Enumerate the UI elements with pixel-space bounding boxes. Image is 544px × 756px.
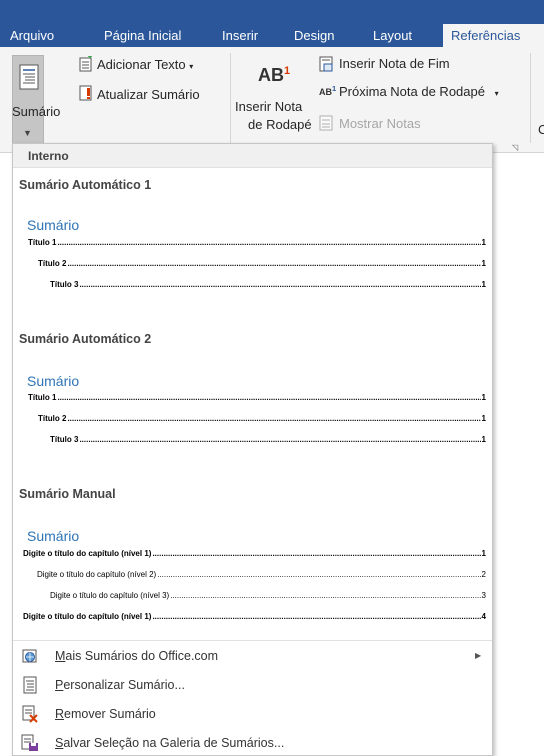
toc-row: Digite o título do capítulo (nível 2)2 (37, 569, 486, 581)
next-footnote-icon: AB1 (319, 84, 337, 97)
proxima-nota-button[interactable]: Próxima Nota de Rodapé ▾ (339, 84, 499, 102)
gallery-item-title: Sumário Manual (19, 487, 116, 501)
menu-divider (13, 640, 492, 641)
group-separator (230, 53, 231, 143)
toc-row: Título 31 (50, 279, 486, 291)
menu-item-label: Salvar Seleção na Galeria de Sumários... (55, 736, 285, 750)
remove-toc-icon (22, 705, 38, 723)
gallery-header: Interno (13, 144, 492, 168)
toc-heading: Sumário (27, 528, 80, 544)
endnote-icon (319, 56, 333, 72)
tab-design[interactable]: Design (286, 24, 342, 47)
menu-item-label: Personalizar Sumário... (55, 678, 185, 692)
dialog-launcher-icon[interactable]: ◹ (512, 143, 518, 152)
menu-item-label: Mais Sumários do Office.com (55, 649, 219, 663)
tab-inserir[interactable]: Inserir (214, 24, 266, 47)
gallery-header-label: Interno (28, 149, 69, 163)
atualizar-sumario-button[interactable]: Atualizar Sumário (97, 87, 200, 103)
adicionar-texto-label: Adicionar Texto (97, 57, 186, 72)
update-toc-icon (79, 85, 92, 101)
toc-row: Digite o título do capítulo (nível 3)3 (50, 590, 486, 602)
tab-pagina-inicial[interactable]: Página Inicial (96, 24, 189, 47)
add-text-icon (79, 56, 92, 72)
tab-layout[interactable]: Layout (365, 24, 420, 47)
inserir-nota-label-2: de Rodapé (248, 117, 312, 132)
dropdown-caret-icon: ▾ (189, 62, 194, 71)
toc-row: Digite o título do capítulo (nível 1)1 (23, 548, 486, 560)
footnote-icon: AB1 (258, 65, 291, 85)
inserir-nota-fim-button[interactable]: Inserir Nota de Fim (339, 56, 450, 72)
adicionar-texto-button[interactable]: Adicionar Texto ▾ (97, 57, 193, 75)
custom-toc-icon (23, 676, 37, 694)
menu-item-label: Remover Sumário (55, 707, 156, 721)
tab-arquivo[interactable]: Arquivo (2, 24, 62, 47)
show-notes-icon (319, 115, 333, 131)
inserir-nota-rodape-button[interactable]: AB1 Inserir Nota de Rodapé (232, 57, 312, 147)
ribbon-cutoff-label: C (538, 122, 544, 137)
group-separator (530, 53, 531, 143)
toc-row: Título 11 (28, 237, 486, 249)
table-of-contents-icon (19, 64, 39, 90)
gallery-item-title: Sumário Automático 2 (19, 332, 152, 346)
ribbon-tab-bar: Arquivo Página Inicial Inserir Design La… (0, 0, 544, 47)
toc-row: Título 21 (38, 258, 486, 270)
mostrar-notas-button[interactable]: Mostrar Notas (339, 116, 421, 132)
sumario-gallery: Interno Sumário Automático 1 Sumário Tít… (12, 143, 493, 756)
toc-heading: Sumário (27, 217, 80, 233)
tab-referencias[interactable]: Referências (443, 24, 544, 47)
toc-heading: Sumário (27, 373, 80, 389)
menu-item-mais-sumarios[interactable]: Mais Sumários do Office.com ▶ (13, 644, 492, 668)
save-gallery-icon (21, 734, 38, 751)
toc-row: Título 11 (28, 392, 486, 404)
office-online-icon (22, 649, 37, 663)
chevron-down-icon: ▼ (23, 128, 32, 138)
toc-row: Título 31 (50, 434, 486, 446)
toc-row: Título 21 (38, 413, 486, 425)
menu-item-salvar-selecao[interactable]: Salvar Seleção na Galeria de Sumários... (13, 731, 492, 755)
submenu-arrow-icon: ▶ (475, 651, 482, 660)
inserir-nota-label-1: Inserir Nota (235, 99, 303, 114)
sumario-button-label: Sumário (12, 104, 61, 119)
sumario-button[interactable]: Sumário ▼ (12, 55, 60, 147)
gallery-item-title: Sumário Automático 1 (19, 178, 152, 192)
dropdown-caret-icon: ▾ (494, 89, 499, 98)
ribbon: Sumário ▼ Adicionar Texto ▾ Atualizar Su… (0, 47, 544, 153)
menu-item-remover-sumario[interactable]: Remover Sumário (13, 702, 492, 726)
menu-item-personalizar-sumario[interactable]: Personalizar Sumário... (13, 673, 492, 697)
proxima-nota-label: Próxima Nota de Rodapé (339, 84, 485, 99)
toc-row: Digite o título do capítulo (nível 1)4 (23, 611, 486, 623)
